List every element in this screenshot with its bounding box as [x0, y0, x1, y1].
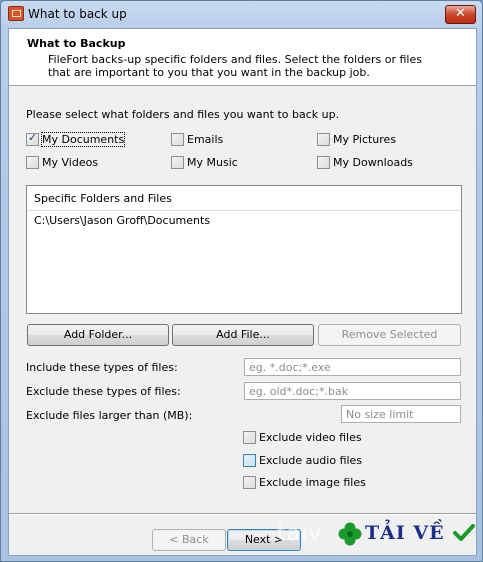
list-item[interactable]: C:\Users\Jason Groff\Documents [34, 214, 210, 227]
my-documents-checkbox[interactable]: My Documents [26, 131, 126, 147]
exclude-audio-checkbox[interactable]: Exclude audio files [243, 454, 362, 467]
selection-prompt: Please select what folders and files you… [26, 108, 340, 121]
wizard-header: What to Backup FileFort backs-up specifi… [9, 29, 476, 86]
my-downloads-checkbox[interactable]: My Downloads [317, 156, 413, 169]
list-header[interactable]: Specific Folders and Files [27, 186, 461, 211]
size-limit-label: Exclude files larger than (MB): [26, 409, 193, 422]
watermark-faint-text: taiv [277, 521, 323, 546]
checkbox-icon[interactable] [243, 476, 256, 489]
checkbox-checked-icon[interactable] [26, 131, 39, 146]
window-title: What to back up [28, 7, 127, 21]
emails-checkbox[interactable]: Emails [171, 133, 223, 146]
my-videos-checkbox[interactable]: My Videos [26, 156, 98, 169]
app-icon [8, 6, 24, 21]
watermark: taiv TẢI VỀ [277, 519, 475, 553]
exclude-image-checkbox[interactable]: Exclude image files [243, 476, 366, 489]
back-button[interactable]: < Back [152, 529, 226, 551]
checkbox-icon[interactable] [243, 431, 256, 444]
checkbox-icon[interactable] [26, 156, 39, 169]
clover-icon [338, 522, 362, 546]
title-bar[interactable]: What to back up ✕ [1, 1, 482, 28]
checkbox-icon[interactable] [317, 133, 330, 146]
checkmark-icon [453, 524, 475, 541]
list-column-title: Specific Folders and Files [34, 192, 172, 205]
include-types-label: Include these types of files: [26, 361, 178, 374]
include-types-input[interactable]: eg. *.doc;*.exe [244, 358, 461, 376]
my-pictures-label: My Pictures [333, 133, 397, 146]
page-title: What to Backup [27, 37, 126, 50]
exclude-image-label: Exclude image files [259, 476, 366, 489]
my-documents-label: My Documents [40, 132, 126, 147]
size-limit-input[interactable]: No size limit [341, 405, 461, 423]
add-file-button[interactable]: Add File... [172, 324, 314, 346]
close-button[interactable]: ✕ [445, 5, 476, 24]
checkbox-icon[interactable] [243, 454, 256, 467]
my-pictures-checkbox[interactable]: My Pictures [317, 133, 396, 146]
emails-label: Emails [187, 133, 224, 146]
dialog-window: What to back up ✕ What to Backup FileFor… [0, 0, 483, 562]
checkbox-icon[interactable] [317, 156, 330, 169]
my-music-checkbox[interactable]: My Music [171, 156, 238, 169]
my-downloads-label: My Downloads [333, 156, 413, 169]
exclude-audio-label: Exclude audio files [259, 454, 363, 467]
exclude-types-label: Exclude these types of files: [26, 385, 181, 398]
checkbox-icon[interactable] [171, 133, 184, 146]
page-description: FileFort backs-up specific folders and f… [48, 53, 422, 79]
folders-files-list[interactable]: Specific Folders and Files C:\Users\Jaso… [26, 185, 462, 314]
watermark-brand-text: TẢI VỀ [365, 522, 445, 544]
my-music-label: My Music [187, 156, 238, 169]
exclude-video-checkbox[interactable]: Exclude video files [243, 431, 362, 444]
dialog-client: What to Backup FileFort backs-up specifi… [8, 28, 477, 556]
exclude-video-label: Exclude video files [259, 431, 362, 444]
remove-selected-button[interactable]: Remove Selected [318, 324, 461, 346]
my-videos-label: My Videos [42, 156, 99, 169]
checkbox-icon[interactable] [171, 156, 184, 169]
exclude-types-input[interactable]: eg. old*.doc;*.bak [244, 382, 461, 400]
add-folder-button[interactable]: Add Folder... [27, 324, 169, 346]
footer-divider [9, 513, 476, 515]
